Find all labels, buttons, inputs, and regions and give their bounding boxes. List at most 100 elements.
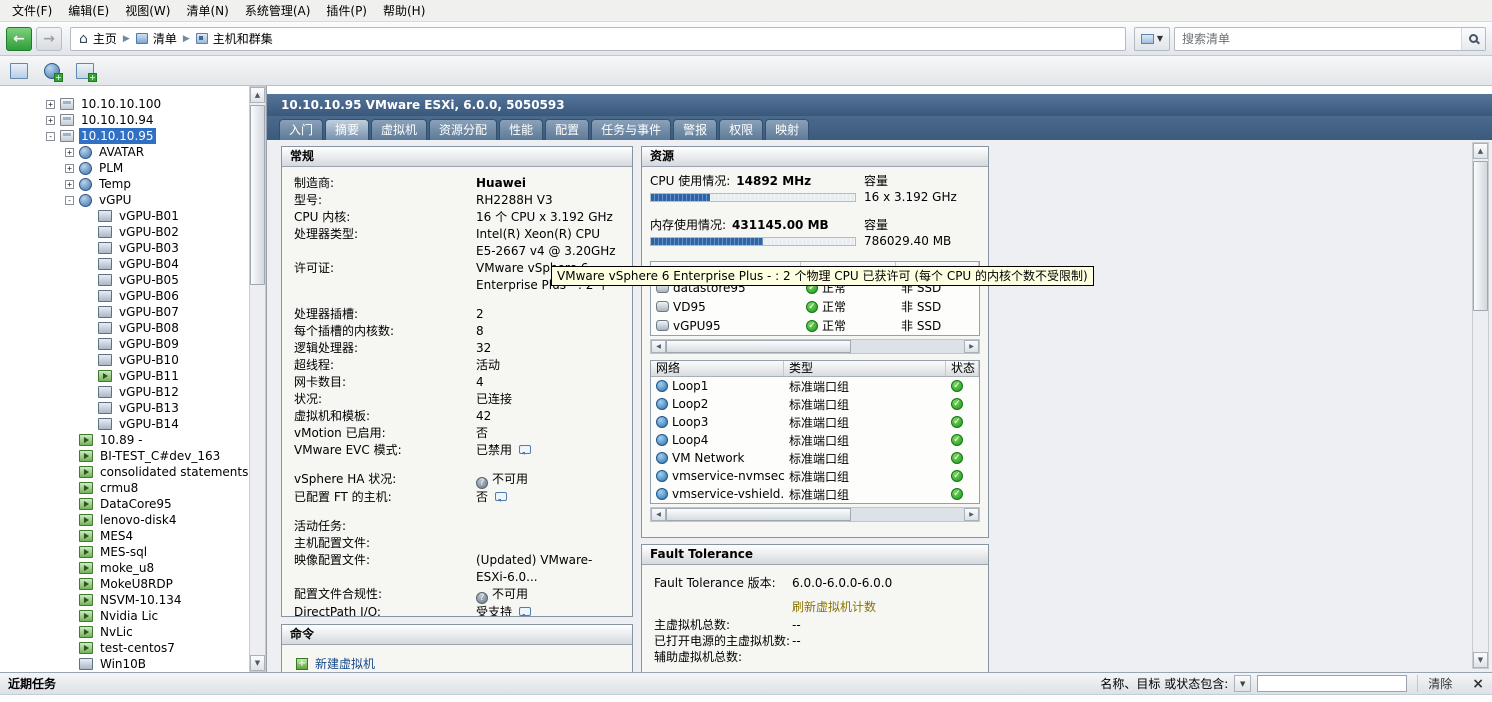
- tree-item[interactable]: + 10.10.10.100: [0, 96, 249, 112]
- tree-item[interactable]: 10.89 -: [0, 432, 249, 448]
- expander-icon[interactable]: +: [65, 164, 74, 173]
- tab[interactable]: 性能: [499, 119, 543, 140]
- tree-scrollbar[interactable]: [249, 86, 266, 672]
- network-row[interactable]: vmservice-nvmsec... 标准端口组: [651, 467, 979, 485]
- task-filter-input[interactable]: [1257, 675, 1407, 692]
- menu-item[interactable]: 清单(N): [178, 0, 236, 21]
- content-scrollbar[interactable]: [1472, 142, 1489, 669]
- tree-item[interactable]: - 10.10.10.95: [0, 128, 249, 144]
- search-scope-button[interactable]: [1134, 27, 1170, 51]
- tree-item[interactable]: NSVM-10.134: [0, 592, 249, 608]
- tree-item[interactable]: vGPU-B04: [0, 256, 249, 272]
- clear-filter-button[interactable]: 清除: [1417, 675, 1462, 692]
- scroll-right-icon[interactable]: [964, 340, 979, 353]
- storage-row[interactable]: VD95 正常 非 SSD: [651, 297, 979, 316]
- command-link[interactable]: 新建虚拟机: [296, 655, 618, 672]
- tab[interactable]: 映射: [765, 119, 809, 140]
- breadcrumb-inventory[interactable]: 清单: [136, 30, 177, 47]
- tree-item[interactable]: vGPU-B08: [0, 320, 249, 336]
- tree-item[interactable]: Win10B: [0, 656, 249, 672]
- tree-item[interactable]: MokeU8RDP: [0, 576, 249, 592]
- network-row[interactable]: VM Network 标准端口组: [651, 449, 979, 467]
- tree-item[interactable]: vGPU-B06: [0, 288, 249, 304]
- scroll-left-icon[interactable]: [651, 508, 666, 521]
- tab[interactable]: 任务与事件: [591, 119, 671, 140]
- tree-item[interactable]: vGPU-B14: [0, 416, 249, 432]
- tree-item[interactable]: vGPU-B12: [0, 384, 249, 400]
- breadcrumb-home[interactable]: 主页: [79, 30, 117, 47]
- comment-bubble-icon[interactable]: [519, 445, 531, 454]
- tree-item[interactable]: + PLM: [0, 160, 249, 176]
- scroll-up-icon[interactable]: [250, 87, 265, 103]
- network-row[interactable]: Loop2 标准端口组: [651, 395, 979, 413]
- tree-item[interactable]: + 10.10.10.94: [0, 112, 249, 128]
- tab[interactable]: 入门: [279, 119, 323, 140]
- tree-item[interactable]: vGPU-B10: [0, 352, 249, 368]
- search-input[interactable]: [1175, 32, 1461, 46]
- network-hscrollbar-thumb[interactable]: [666, 508, 851, 521]
- storage-row[interactable]: vGPU95 正常 非 SSD: [651, 316, 979, 335]
- network-row[interactable]: vmservice-vshield... 标准端口组: [651, 485, 979, 503]
- tab[interactable]: 摘要: [325, 119, 369, 140]
- tab[interactable]: 配置: [545, 119, 589, 140]
- scroll-left-icon[interactable]: [651, 340, 666, 353]
- close-tasks-panel-icon[interactable]: [1472, 677, 1484, 691]
- expander-icon[interactable]: -: [46, 132, 55, 141]
- network-column-header[interactable]: 类型: [784, 361, 946, 376]
- tree-item[interactable]: vGPU-B05: [0, 272, 249, 288]
- back-button[interactable]: [6, 27, 32, 51]
- filter-dropdown-button[interactable]: [1234, 675, 1251, 692]
- expander-icon[interactable]: +: [65, 180, 74, 189]
- tree-item[interactable]: test-centos7: [0, 640, 249, 656]
- comment-bubble-icon[interactable]: [519, 607, 531, 616]
- tree-item[interactable]: BI-TEST_C#dev_163: [0, 448, 249, 464]
- scroll-down-icon[interactable]: [1473, 652, 1488, 668]
- menu-item[interactable]: 系统管理(A): [237, 0, 319, 21]
- tree-item[interactable]: moke_u8: [0, 560, 249, 576]
- network-row[interactable]: Loop1 标准端口组: [651, 377, 979, 395]
- tree-item[interactable]: vGPU-B01: [0, 208, 249, 224]
- expander-icon[interactable]: +: [65, 148, 74, 157]
- tree-item[interactable]: vGPU-B13: [0, 400, 249, 416]
- create-folder-button[interactable]: [10, 63, 28, 79]
- network-column-header[interactable]: 状态: [946, 361, 979, 376]
- tree-item[interactable]: MES4: [0, 528, 249, 544]
- tab[interactable]: 虚拟机: [371, 119, 427, 140]
- tab[interactable]: 资源分配: [429, 119, 497, 140]
- tree-item[interactable]: vGPU-B09: [0, 336, 249, 352]
- tab[interactable]: 权限: [719, 119, 763, 140]
- expander-icon[interactable]: -: [65, 196, 74, 205]
- tree-item[interactable]: - vGPU: [0, 192, 249, 208]
- network-row[interactable]: Loop4 标准端口组: [651, 431, 979, 449]
- tree-scrollbar-thumb[interactable]: [250, 105, 265, 285]
- content-scrollbar-thumb[interactable]: [1473, 161, 1488, 311]
- network-column-header[interactable]: 网络: [651, 361, 784, 376]
- tree-item[interactable]: DataCore95: [0, 496, 249, 512]
- tree-item[interactable]: vGPU-B07: [0, 304, 249, 320]
- tree-item[interactable]: MES-sql: [0, 544, 249, 560]
- tree-item[interactable]: Nvidia Lic: [0, 608, 249, 624]
- storage-hscrollbar[interactable]: [650, 339, 980, 354]
- create-vm-button[interactable]: [76, 63, 94, 79]
- scroll-up-icon[interactable]: [1473, 143, 1488, 159]
- expander-icon[interactable]: +: [46, 100, 55, 109]
- menu-item[interactable]: 文件(F): [4, 0, 60, 21]
- menu-item[interactable]: 视图(W): [117, 0, 178, 21]
- scroll-right-icon[interactable]: [964, 508, 979, 521]
- tree-item[interactable]: NvLic: [0, 624, 249, 640]
- tree-item[interactable]: + AVATAR: [0, 144, 249, 160]
- breadcrumb-hosts-clusters[interactable]: 主机和群集: [196, 30, 273, 47]
- tree-item[interactable]: crmu8: [0, 480, 249, 496]
- forward-button[interactable]: [36, 27, 62, 51]
- tree-item[interactable]: vGPU-B02: [0, 224, 249, 240]
- tree-item[interactable]: vGPU-B11: [0, 368, 249, 384]
- network-row[interactable]: Loop3 标准端口组: [651, 413, 979, 431]
- tree-item[interactable]: vGPU-B03: [0, 240, 249, 256]
- search-button[interactable]: [1461, 28, 1485, 50]
- tab[interactable]: 警报: [673, 119, 717, 140]
- tree-item[interactable]: consolidated statements: [0, 464, 249, 480]
- network-hscrollbar[interactable]: [650, 507, 980, 522]
- create-cluster-button[interactable]: [44, 63, 60, 79]
- menu-item[interactable]: 编辑(E): [60, 0, 117, 21]
- tree-item[interactable]: lenovo-disk4: [0, 512, 249, 528]
